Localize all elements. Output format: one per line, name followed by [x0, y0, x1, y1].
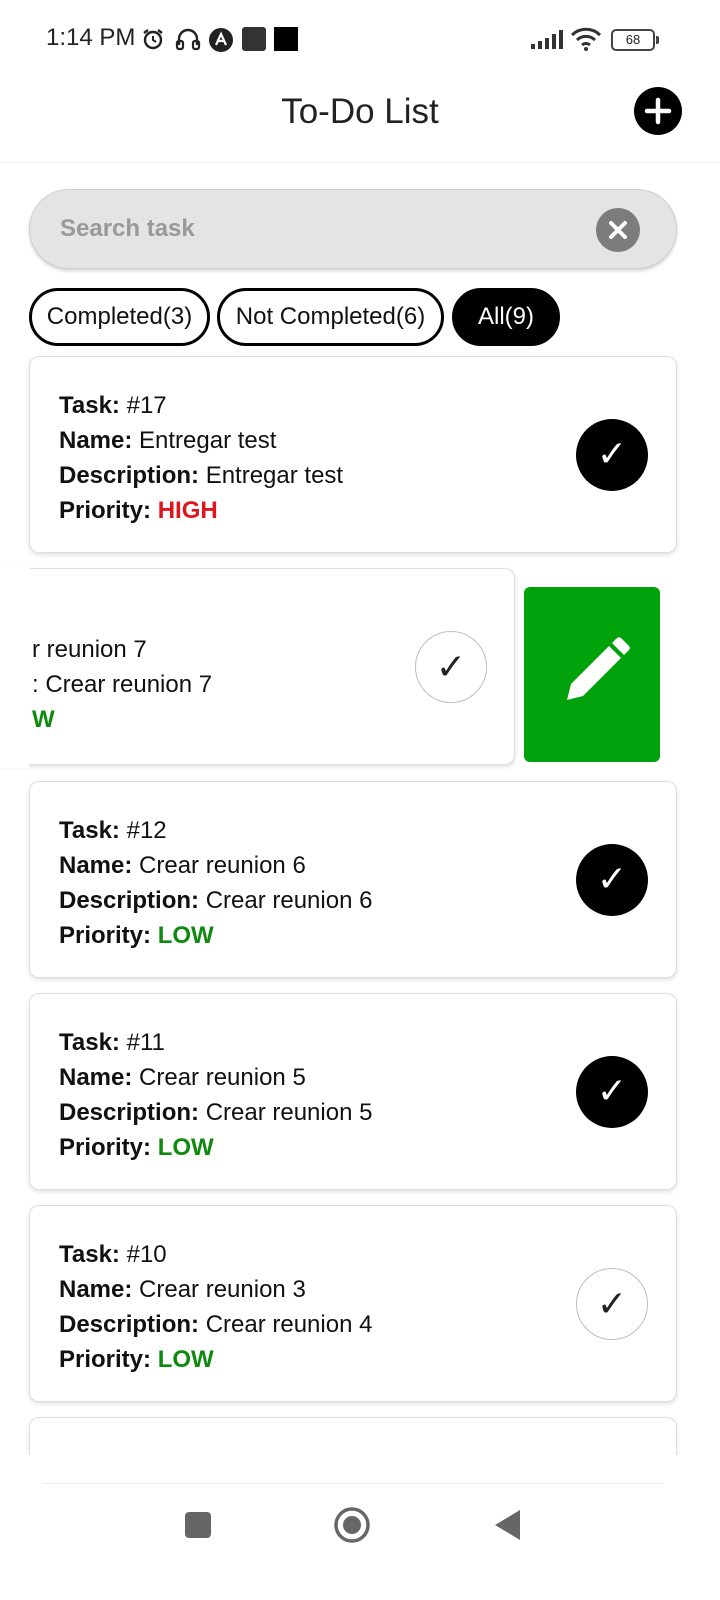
task-label: Task: [59, 817, 120, 844]
task-id: #11 [126, 1029, 165, 1056]
task-priority-row: Priority: LOW [59, 918, 372, 953]
task-card[interactable]: Task: #17 Name: Entregar test Descriptio… [29, 356, 677, 553]
task-card[interactable]: Task: #10 Name: Crear reunion 3 Descript… [29, 1205, 677, 1402]
description-label: Description: [59, 1099, 200, 1126]
task-name: Crear reunion 5 [139, 1064, 306, 1091]
name-label: Name: [59, 427, 133, 454]
plus-icon [644, 97, 672, 125]
divider [43, 1483, 663, 1484]
task-label: Task: [59, 1029, 120, 1056]
priority-label: Priority: [59, 1134, 152, 1161]
complete-toggle[interactable]: ✓ [576, 1268, 648, 1340]
clear-search-button[interactable] [596, 208, 640, 252]
task-id: #17 [126, 392, 167, 419]
description-label: Description: [59, 887, 200, 914]
complete-toggle[interactable]: ✓ [415, 631, 487, 703]
task-priority: LOW [157, 922, 214, 949]
page-title: To-Do List [281, 92, 439, 131]
app-notification-icon [209, 28, 233, 52]
check-icon: ✓ [596, 1284, 628, 1325]
priority-label: Priority: [59, 1346, 152, 1373]
check-icon: ✓ [435, 647, 467, 688]
task-description-row: Description: Entregar test [59, 458, 343, 493]
square-notification-icon [274, 27, 298, 51]
task-description: Crear reunion 6 [205, 887, 373, 914]
task-name: Crear reunion 3 [139, 1276, 306, 1303]
filter-not-completed[interactable]: Not Completed(6) [217, 288, 444, 346]
complete-toggle[interactable]: ✓ [576, 419, 648, 491]
status-bar: 1:14 PM 68 [0, 0, 720, 80]
task-name: Crear reunion 6 [139, 852, 306, 879]
task-id-row: Task: #12 [59, 813, 372, 848]
check-icon: ✓ [596, 859, 628, 900]
filter-all[interactable]: All(9) [452, 288, 560, 346]
back-icon[interactable] [493, 1508, 523, 1542]
home-icon[interactable] [333, 1506, 371, 1544]
complete-toggle[interactable]: ✓ [576, 1056, 648, 1128]
task-card-swiped[interactable]: r reunion 7 : Crear reunion 7 W ✓ [0, 568, 515, 765]
task-name-row: Name: Crear reunion 5 [59, 1060, 372, 1095]
name-label: Name: [59, 1276, 133, 1303]
name-label: Name: [59, 852, 133, 879]
task-priority: HIGH [157, 497, 218, 524]
task-description-partial: : Crear reunion 7 [32, 671, 213, 698]
task-priority: LOW [157, 1134, 214, 1161]
task-priority-row: Priority: HIGH [59, 493, 343, 528]
pencil-icon [567, 637, 630, 700]
task-label: Task: [59, 392, 120, 419]
check-icon: ✓ [596, 1071, 628, 1112]
task-description-row: Description: Crear reunion 5 [59, 1095, 372, 1130]
task-description: Crear reunion 4 [205, 1311, 373, 1338]
alarm-icon [143, 29, 163, 50]
edit-task-button[interactable] [524, 587, 660, 762]
status-time: 1:14 PM [46, 24, 136, 51]
task-priority-partial: W [32, 706, 55, 733]
check-icon: ✓ [596, 434, 628, 475]
headphones-icon [175, 28, 201, 51]
task-card[interactable] [29, 1417, 677, 1455]
task-id-row: Task: #11 [59, 1025, 372, 1060]
task-list: Task: #17 Name: Entregar test Descriptio… [0, 355, 720, 1455]
task-card[interactable]: Task: #12 Name: Crear reunion 6 Descript… [29, 781, 677, 978]
battery-icon: 68 [611, 29, 659, 51]
search-bar [29, 189, 677, 269]
priority-label: Priority: [59, 922, 152, 949]
task-description-row: Description: Crear reunion 4 [59, 1307, 372, 1342]
task-description: Crear reunion 5 [205, 1099, 373, 1126]
description-label: Description: [59, 1311, 200, 1338]
task-name-row: Name: Crear reunion 6 [59, 848, 372, 883]
filter-completed[interactable]: Completed(3) [29, 288, 210, 346]
close-icon [609, 221, 627, 239]
task-id-row: Task: #10 [59, 1237, 372, 1272]
add-task-button[interactable] [634, 87, 682, 135]
task-label: Task: [59, 1241, 120, 1268]
app-header: To-Do List [0, 80, 720, 163]
task-description-row: Description: Crear reunion 6 [59, 883, 372, 918]
name-label: Name: [59, 1064, 133, 1091]
task-name: Entregar test [139, 427, 277, 454]
complete-toggle[interactable]: ✓ [576, 844, 648, 916]
task-name-row: Name: Crear reunion 3 [59, 1272, 372, 1307]
recent-apps-icon[interactable] [183, 1510, 213, 1540]
task-card[interactable]: Task: #11 Name: Crear reunion 5 Descript… [29, 993, 677, 1190]
task-priority-row: Priority: LOW [59, 1342, 372, 1377]
task-id: #12 [126, 817, 167, 844]
task-id: #10 [126, 1241, 167, 1268]
search-input[interactable] [60, 190, 600, 268]
priority-label: Priority: [59, 497, 152, 524]
description-label: Description: [59, 462, 200, 489]
task-id-row: Task: #17 [59, 388, 343, 423]
task-name-row: Name: Entregar test [59, 423, 343, 458]
task-priority-row: Priority: LOW [59, 1130, 372, 1165]
square-notification-icon [242, 27, 266, 51]
signal-icon [531, 30, 563, 49]
task-priority: LOW [157, 1346, 214, 1373]
task-description: Entregar test [205, 462, 344, 489]
task-name-partial: r reunion 7 [32, 636, 147, 663]
wifi-icon [570, 27, 602, 51]
system-nav-bar [0, 1455, 720, 1600]
